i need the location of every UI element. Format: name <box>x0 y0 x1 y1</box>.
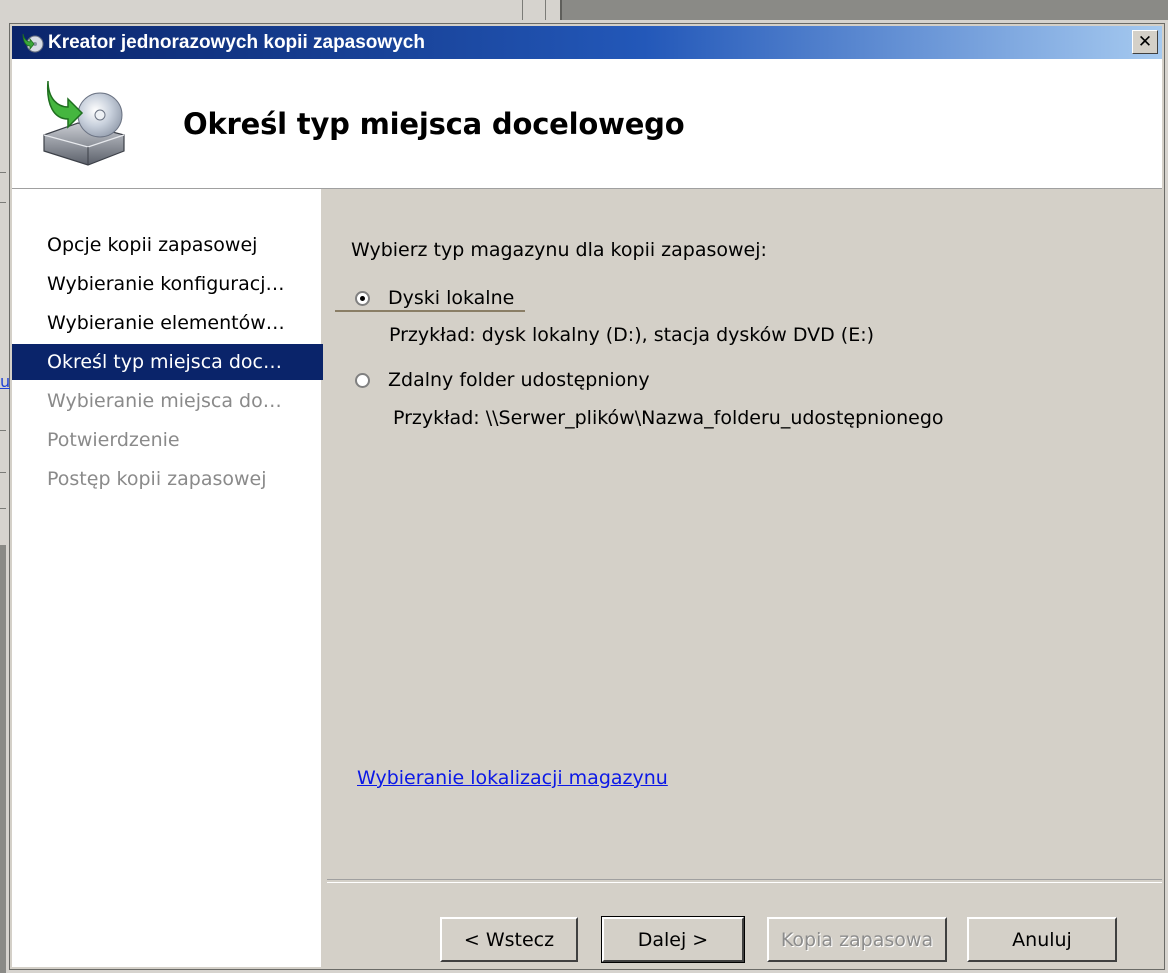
wizard-content: Wybierz typ magazynu dla kopii zapasowej… <box>327 189 1162 967</box>
backup-wizard-icon <box>22 33 44 52</box>
remote-share-example: Przykład: \\Serwer_plików\Nazwa_folderu_… <box>393 407 944 429</box>
sidebar-item-confirmation: Potwierdzenie <box>47 429 180 451</box>
local-disks-example: Przykład: dysk lokalny (D:), stacja dysk… <box>389 324 875 346</box>
background-link-fragment: u <box>0 372 10 391</box>
wizard-header: Określ typ miejsca docelowego <box>12 59 1162 189</box>
remote-share-label[interactable]: Zdalny folder udostępniony <box>388 369 650 391</box>
page-title: Określ typ miejsca docelowego <box>183 107 685 141</box>
sidebar-item-select-items[interactable]: Wybieranie elementów… <box>12 305 323 341</box>
sidebar-item-destination-type[interactable]: Określ typ miejsca doc… <box>12 344 323 380</box>
sidebar-item-select-configuration[interactable]: Wybieranie konfiguracj… <box>12 266 323 302</box>
button-separator <box>327 879 1162 883</box>
sidebar-item-backup-progress: Postęp kopii zapasowej <box>47 468 267 490</box>
backup-button: Kopia zapasowa <box>767 917 947 962</box>
local-disks-label[interactable]: Dyski lokalne <box>388 287 514 309</box>
next-button[interactable]: Dalej > <box>601 916 745 963</box>
background-scroll-button <box>522 0 546 21</box>
cancel-button[interactable]: Anuluj <box>967 917 1117 962</box>
sidebar-item-backup-options[interactable]: Opcje kopii zapasowej <box>12 227 323 263</box>
close-icon: ✕ <box>1137 32 1153 52</box>
close-button[interactable]: ✕ <box>1132 30 1158 54</box>
local-disks-option[interactable]: Dyski lokalne <box>355 287 514 309</box>
storage-type-prompt: Wybierz typ magazynu dla kopii zapasowej… <box>351 239 767 261</box>
back-button[interactable]: < Wstecz <box>440 917 578 962</box>
title-bar[interactable]: Kreator jednorazowych kopii zapasowych ✕ <box>12 26 1162 59</box>
focus-underline <box>335 310 525 312</box>
remote-share-option[interactable]: Zdalny folder udostępniony <box>355 369 650 391</box>
remote-share-radio[interactable] <box>355 372 370 388</box>
wizard-steps-sidebar: Opcje kopii zapasowej Wybieranie konfigu… <box>12 189 324 967</box>
local-disks-radio[interactable] <box>355 290 370 306</box>
storage-location-help-link[interactable]: Wybieranie lokalizacji magazynu <box>357 767 668 789</box>
sidebar-item-select-destination: Wybieranie miejsca do… <box>47 390 282 412</box>
backup-disk-icon <box>43 80 125 166</box>
window-title: Kreator jednorazowych kopii zapasowych <box>48 31 425 53</box>
backup-wizard-dialog: Kreator jednorazowych kopii zapasowych ✕ <box>6 20 1168 973</box>
